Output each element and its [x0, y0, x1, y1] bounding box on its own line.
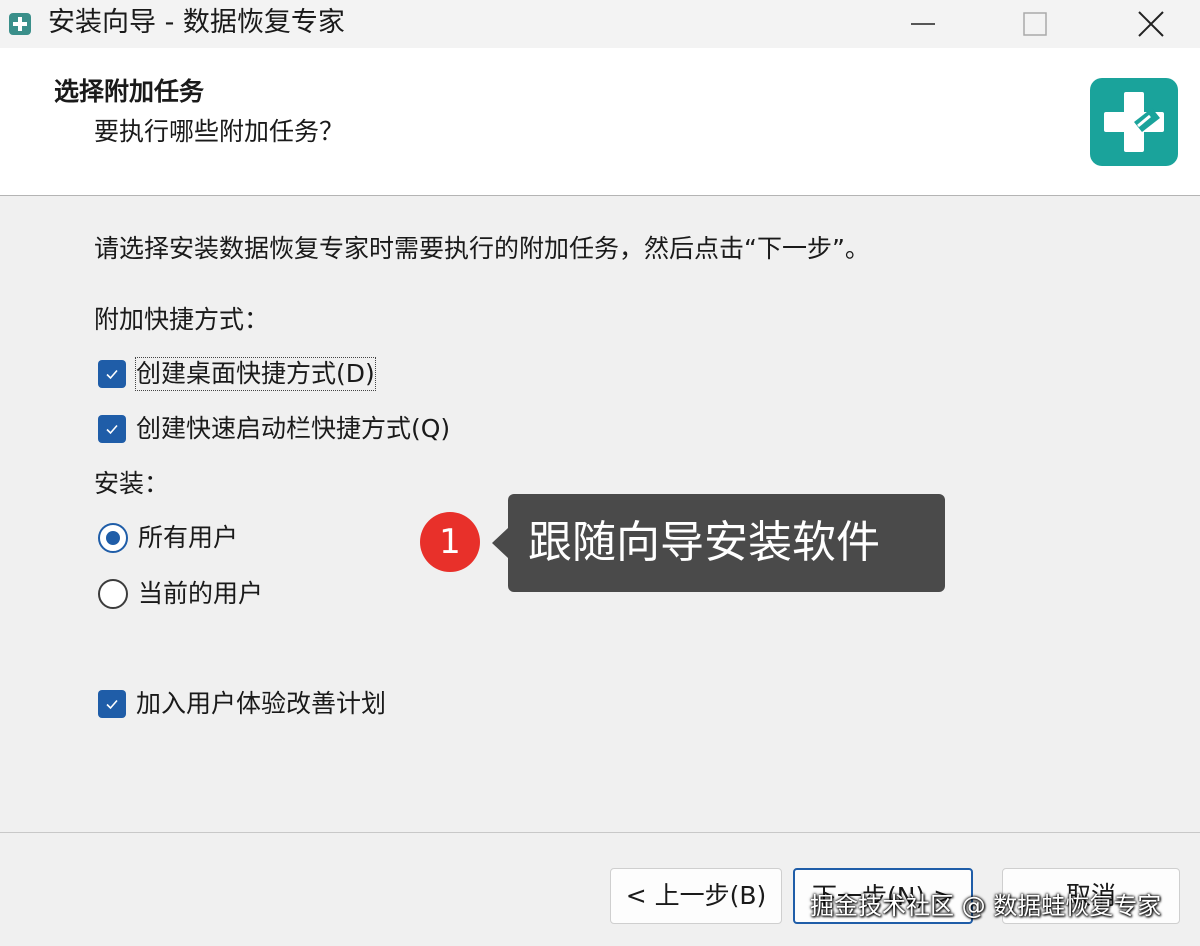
window-title: 安装向导 - 数据恢复专家	[48, 7, 345, 38]
back-button[interactable]: < 上一步(B)	[610, 868, 782, 924]
current-user-radio[interactable]: 当前的用户	[98, 576, 263, 612]
ux-program-checkbox[interactable]: 加入用户体验改善计划	[98, 686, 386, 722]
minimize-button[interactable]	[878, 0, 968, 48]
title-bar: 安装向导 - 数据恢复专家	[0, 0, 1200, 48]
current-user-label: 当前的用户	[138, 579, 264, 608]
minimize-icon	[911, 23, 935, 25]
page-title: 选择附加任务	[54, 77, 205, 106]
radio-selected-icon	[98, 523, 128, 553]
all-users-radio[interactable]: 所有用户	[98, 520, 238, 556]
annotation-callout: 跟随向导安装软件	[492, 494, 945, 592]
instruction-text: 请选择安装数据恢复专家时需要执行的附加任务，然后点击“下一步”。	[94, 234, 870, 263]
app-logo-icon	[1090, 78, 1178, 166]
shortcuts-group-label: 附加快捷方式：	[94, 305, 270, 334]
desktop-shortcut-label: 创建桌面快捷方式(D)	[135, 357, 376, 391]
checkbox-checked-icon	[98, 690, 126, 718]
ux-program-label: 加入用户体验改善计划	[136, 689, 387, 718]
page-subtitle: 要执行哪些附加任务？	[94, 117, 345, 146]
all-users-label: 所有用户	[138, 523, 239, 552]
maximize-button[interactable]	[990, 0, 1080, 48]
quicklaunch-shortcut-checkbox[interactable]: 创建快速启动栏快捷方式(Q)	[98, 411, 450, 447]
radio-unselected-icon	[98, 579, 128, 609]
watermark-text: 掘金技术社区 @ 数据蛙恢复专家	[810, 892, 1162, 920]
close-button[interactable]	[1106, 0, 1196, 48]
desktop-shortcut-checkbox[interactable]: 创建桌面快捷方式(D)	[98, 356, 376, 392]
checkbox-checked-icon	[98, 415, 126, 443]
wizard-header: 选择附加任务 要执行哪些附加任务？	[0, 48, 1200, 196]
maximize-icon	[1023, 12, 1047, 36]
quicklaunch-shortcut-label: 创建快速启动栏快捷方式(Q)	[136, 414, 451, 443]
install-group-label: 安装：	[94, 469, 170, 498]
close-icon	[1138, 11, 1164, 37]
checkbox-checked-icon	[98, 360, 126, 388]
step-badge: 1	[420, 512, 480, 572]
app-icon	[9, 13, 31, 35]
footer-divider	[0, 832, 1200, 833]
